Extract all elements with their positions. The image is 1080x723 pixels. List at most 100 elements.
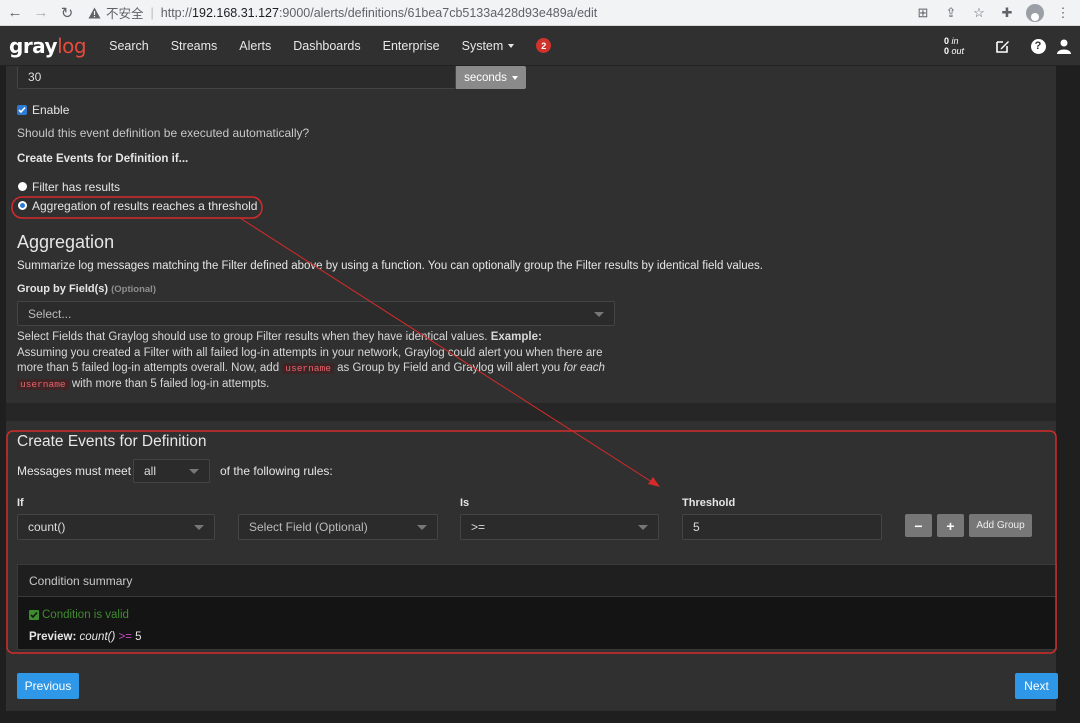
browser-actions: ⊞ ⇪ ☆ ✚ ⋮ xyxy=(912,2,1074,24)
chevron-down-icon xyxy=(594,311,604,317)
edit-icon[interactable] xyxy=(984,26,1020,66)
throughput-in-value: 0 xyxy=(943,36,949,46)
reload-icon[interactable]: ↻ xyxy=(56,2,78,24)
chevron-down-icon xyxy=(638,525,648,530)
interval-unit-label: seconds xyxy=(464,71,507,84)
throughput-out-label: out xyxy=(951,46,964,56)
profile-icon[interactable] xyxy=(1024,2,1046,24)
check-icon xyxy=(29,610,39,620)
throughput-in-label: in xyxy=(951,36,959,46)
filter-results-label[interactable]: Filter has results xyxy=(32,180,120,194)
condition-preview: Preview: count() >= 5 xyxy=(29,631,142,643)
help-line3a: more than 5 failed log-in attempts overa… xyxy=(17,362,280,374)
field-placeholder: Select Field (Optional) xyxy=(249,520,368,534)
help-line3c: for each xyxy=(563,362,605,374)
nav-search[interactable]: Search xyxy=(98,39,160,53)
col-threshold-label: Threshold xyxy=(682,497,736,509)
col-if-label: If xyxy=(17,497,24,509)
nav-system-label: System xyxy=(461,38,504,53)
url-prefix: http:// xyxy=(160,5,193,20)
nav-alerts[interactable]: Alerts xyxy=(228,39,282,53)
share-icon[interactable]: ⇪ xyxy=(940,2,962,24)
interval-unit-dropdown[interactable]: seconds xyxy=(456,66,526,89)
help-line3b: as Group by Field and Graylog will alert… xyxy=(337,362,561,374)
threshold-input[interactable]: 5 xyxy=(682,514,882,540)
enable-help: Should this event definition be executed… xyxy=(17,126,310,140)
group-by-help: Select Fields that Graylog should use to… xyxy=(17,330,617,392)
chevron-down-icon xyxy=(417,525,427,530)
help-icon[interactable]: ? xyxy=(1020,26,1056,66)
nav-dashboards[interactable]: Dashboards xyxy=(282,39,371,53)
previous-button[interactable]: Previous xyxy=(17,673,79,699)
user-menu-icon[interactable] xyxy=(1056,26,1080,66)
meet-prefix: Messages must meet xyxy=(17,464,132,478)
function-select[interactable]: count() xyxy=(17,514,215,540)
condition-valid-status: Condition is valid xyxy=(29,609,129,621)
back-icon[interactable]: ← xyxy=(4,2,26,24)
preview-label: Preview: xyxy=(29,631,77,643)
operator-value: >= xyxy=(471,520,486,534)
nav-system[interactable]: System xyxy=(451,39,526,53)
help-code-username: username xyxy=(282,363,334,374)
star-icon[interactable]: ☆ xyxy=(968,2,990,24)
extensions-icon[interactable]: ✚ xyxy=(996,2,1018,24)
chevron-down-icon xyxy=(189,469,199,474)
enable-checkbox[interactable] xyxy=(17,105,27,115)
help-code-username-2: username xyxy=(17,378,69,390)
meet-select[interactable]: all xyxy=(133,459,210,483)
definition-title: Create Events for Definition xyxy=(17,433,207,450)
preview-function: count() xyxy=(79,631,116,643)
url-path: :9000/alerts/definitions/61bea7cb5133a42… xyxy=(278,5,598,20)
add-group-button[interactable]: Add Group xyxy=(969,514,1032,537)
notification-badge[interactable]: 2 xyxy=(536,38,552,53)
url-separator: | xyxy=(150,5,154,20)
add-rule-button[interactable]: + xyxy=(937,514,964,537)
throughput-out-value: 0 xyxy=(943,46,949,56)
operator-select[interactable]: >= xyxy=(460,514,659,540)
url-host: 192.168.31.127 xyxy=(192,5,279,20)
main-navbar: gray log Search Streams Alerts Dashboards… xyxy=(0,26,1080,66)
group-by-optional: (Optional) xyxy=(111,284,156,295)
condition-type-heading: Create Events for Definition if... xyxy=(17,153,189,165)
chevron-down-icon xyxy=(194,525,204,530)
address-bar[interactable]: 不安全 | http://192.168.31.127:9000/alerts/… xyxy=(88,3,597,22)
enable-label[interactable]: Enable xyxy=(32,103,69,117)
nav-enterprise[interactable]: Enterprise xyxy=(372,39,451,53)
nav-menu: Search Streams Alerts Dashboards Enterpr… xyxy=(98,39,525,53)
aggregation-title: Aggregation xyxy=(17,232,115,252)
filter-results-radio[interactable] xyxy=(18,182,27,191)
preview-operator: >= xyxy=(118,631,132,643)
col-is-label: Is xyxy=(460,497,470,509)
remove-rule-button[interactable]: − xyxy=(905,514,932,537)
aggregation-radio-label[interactable]: Aggregation of results reaches a thresho… xyxy=(32,199,257,213)
group-by-select[interactable]: Select... xyxy=(17,301,615,326)
browser-menu-icon[interactable]: ⋮ xyxy=(1052,2,1074,24)
graylog-logo[interactable]: gray log xyxy=(9,33,87,58)
nav-streams[interactable]: Streams xyxy=(160,39,229,53)
function-value: count() xyxy=(28,520,66,534)
condition-summary-panel: Condition summary Condition is valid Pre… xyxy=(17,564,1057,650)
section-divider xyxy=(6,403,1056,421)
condition-summary-title: Condition summary xyxy=(18,565,1056,597)
execution-interval-input[interactable]: 30 xyxy=(17,66,456,89)
field-select[interactable]: Select Field (Optional) xyxy=(238,514,438,540)
logo-text-log: log xyxy=(57,33,87,58)
help-example: Example: xyxy=(490,331,542,343)
insecure-label: 不安全 xyxy=(106,7,144,21)
chevron-down-icon xyxy=(511,75,518,80)
help-line2: Assuming you created a Filter with all f… xyxy=(17,346,603,359)
main-content: 30 seconds Enable Should this event defi… xyxy=(0,66,1080,723)
forward-icon[interactable]: → xyxy=(30,2,52,24)
chevron-down-icon xyxy=(508,43,515,48)
condition-valid-text: Condition is valid xyxy=(42,609,129,621)
insecure-indicator[interactable]: 不安全 xyxy=(88,3,144,22)
next-button[interactable]: Next xyxy=(1015,673,1058,699)
help-line4: with more than 5 failed log-in attempts. xyxy=(71,377,270,390)
throughput-indicator[interactable]: 0 in 0 out xyxy=(944,36,964,56)
help-line1: Select Fields that Graylog should use to… xyxy=(17,331,488,343)
browser-toolbar: ← → ↻ 不安全 | http://192.168.31.127:9000/a… xyxy=(0,0,1080,26)
translate-icon[interactable]: ⊞ xyxy=(912,2,934,24)
logo-text-gray: gray xyxy=(9,33,58,58)
group-by-label-text: Group by Field(s) xyxy=(17,283,109,295)
aggregation-radio[interactable] xyxy=(18,201,27,210)
